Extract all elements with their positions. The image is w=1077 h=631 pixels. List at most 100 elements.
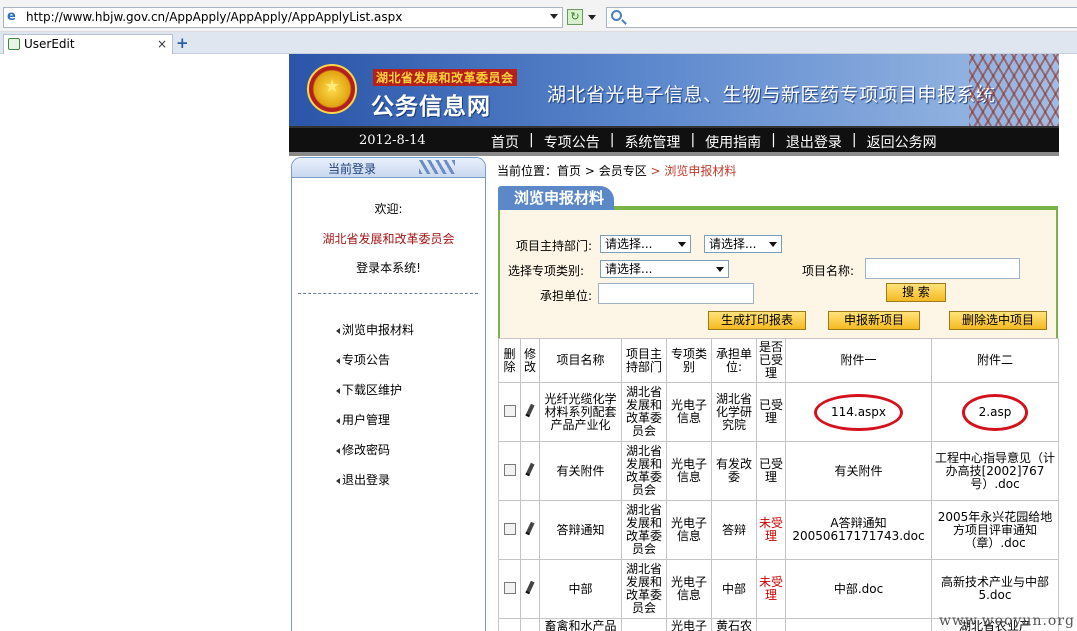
refresh-icon[interactable]: ↻ bbox=[567, 9, 583, 25]
delete-selected-button[interactable]: 删除选中项目 bbox=[949, 311, 1047, 330]
project-dept: 湖北省发展和改革委员会 bbox=[621, 500, 667, 560]
arrow-left-icon bbox=[336, 417, 340, 424]
nav-guide[interactable]: 使用指南 bbox=[705, 132, 761, 152]
refresh-dropdown-icon[interactable] bbox=[588, 15, 596, 20]
menu-item-label: 浏览申报材料 bbox=[342, 323, 415, 337]
menu-item-browse[interactable]: 浏览申报材料 bbox=[336, 321, 414, 351]
table-row: 中部 湖北省发展和改革委员会 光电子信息 中部 未受理 中部.doc 高新技术产… bbox=[498, 559, 1059, 619]
breadcrumb: 当前位置：首页 > 会员专区 > 浏览申报材料 bbox=[497, 162, 736, 179]
attachment1-link[interactable]: 114.aspx bbox=[813, 393, 904, 431]
delete-cell bbox=[498, 500, 521, 560]
type-select[interactable]: 请选择... bbox=[600, 260, 729, 278]
attachment1-link[interactable]: 有关附件 bbox=[785, 441, 932, 501]
menu-item-announcements[interactable]: 专项公告 bbox=[336, 351, 414, 381]
new-project-button[interactable]: 申报新项目 bbox=[828, 311, 920, 330]
breadcrumb-prefix: 当前位置： bbox=[497, 164, 558, 178]
pencil-icon[interactable] bbox=[525, 580, 535, 595]
nav-logout[interactable]: 退出登录 bbox=[786, 132, 842, 152]
address-bar[interactable]: e http://www.hbjw.gov.cn/AppApply/AppApp… bbox=[3, 7, 563, 28]
delete-cell bbox=[498, 382, 521, 442]
browser-toolbar: e http://www.hbjw.gov.cn/AppApply/AppApp… bbox=[0, 0, 1077, 32]
edit-cell bbox=[520, 559, 540, 619]
delete-checkbox[interactable] bbox=[503, 581, 516, 594]
breadcrumb-member[interactable]: 会员专区 bbox=[599, 164, 647, 178]
nav-items: 首页 | 专项公告 | 系统管理 | 使用指南 | 退出登录 | 返回公务网 bbox=[491, 132, 937, 152]
national-emblem-icon bbox=[307, 64, 357, 114]
new-tab-icon[interactable]: + bbox=[176, 34, 189, 52]
table-row: 答辩通知 湖北省发展和改革委员会 光电子信息 答辩 未受理 A答辩通知20050… bbox=[498, 500, 1059, 560]
project-name[interactable]: 有关附件 bbox=[539, 441, 622, 501]
user-org-name: 湖北省发展和改革委员会 bbox=[322, 232, 455, 246]
edit-cell bbox=[520, 618, 540, 631]
nav-separator: | bbox=[771, 132, 776, 148]
type-select-value: 请选择... bbox=[605, 262, 653, 276]
search-button[interactable]: 搜 索 bbox=[886, 283, 946, 302]
col-header: 是否已受理 bbox=[756, 338, 786, 383]
watermark: www.wooyun.org bbox=[938, 613, 1075, 629]
delete-checkbox[interactable] bbox=[503, 463, 516, 476]
login-panel: 当前登录 欢迎: 湖北省发展和改革委员会 登录本系统! 浏览申报材料 专项公告 … bbox=[291, 157, 486, 631]
pencil-icon[interactable] bbox=[525, 403, 535, 418]
type-label: 选择专项类别: bbox=[508, 264, 585, 278]
breadcrumb-sep: > bbox=[581, 164, 599, 178]
menu-item-label: 用户管理 bbox=[342, 413, 391, 427]
attachment2-cell: 2.asp bbox=[931, 382, 1059, 442]
tab-useredit[interactable]: UserEdit × bbox=[3, 34, 173, 54]
browser-search-box[interactable] bbox=[606, 7, 1077, 28]
attachment1-link[interactable]: A答辩通知20050617171743.doc bbox=[785, 500, 932, 560]
nav-separator: | bbox=[851, 132, 857, 148]
menu-item-label: 退出登录 bbox=[342, 473, 391, 487]
close-icon[interactable]: × bbox=[157, 35, 167, 53]
attachment2-link[interactable]: 工程中心指导意见（计办高技[2002]767号）.doc bbox=[931, 441, 1059, 501]
nav-return-portal[interactable]: 返回公务网 bbox=[867, 132, 937, 152]
project-name[interactable]: 答辩通知 bbox=[539, 500, 622, 560]
project-table: 删除 修改 项目名称 项目主持部门 专项类别 承担单位: 是否已受理 附件一 附… bbox=[498, 338, 1059, 631]
menu-item-label: 修改密码 bbox=[342, 443, 391, 457]
site-header: 湖北省发展和改革委员会 公务信息网 湖北省光电子信息、生物与新医药专项项目申报系… bbox=[289, 54, 1059, 126]
menu-item-password[interactable]: 修改密码 bbox=[336, 441, 414, 471]
search-panel: 项目主持部门: 请选择... 请选择... 选择专项类别: 请选择... 项目名… bbox=[498, 210, 1058, 338]
dept2-select-value: 请选择... bbox=[709, 237, 757, 251]
delete-checkbox[interactable] bbox=[503, 522, 516, 535]
delete-checkbox[interactable] bbox=[503, 404, 516, 417]
dept-select[interactable]: 请选择... bbox=[600, 235, 691, 253]
attachment1-link[interactable]: 中部.doc bbox=[785, 559, 932, 619]
arrow-left-icon bbox=[336, 447, 340, 454]
project-name-input[interactable] bbox=[865, 258, 1020, 279]
nav-date: 2012-8-14 bbox=[359, 133, 426, 148]
table-header: 删除 修改 项目名称 项目主持部门 专项类别 承担单位: 是否已受理 附件一 附… bbox=[498, 338, 1059, 383]
attachment2-link[interactable]: 2.asp bbox=[961, 393, 1029, 431]
print-report-button[interactable]: 生成打印报表 bbox=[708, 311, 806, 330]
dept-label: 项目主持部门: bbox=[516, 239, 593, 253]
project-dept: 湖北省发展和改革委员会 bbox=[621, 382, 667, 442]
breadcrumb-home[interactable]: 首页 bbox=[557, 164, 581, 178]
nav-underline bbox=[289, 152, 1059, 156]
attachment1-link[interactable] bbox=[785, 618, 932, 631]
menu-item-downloads[interactable]: 下载区维护 bbox=[336, 381, 414, 411]
project-dept: 湖北省发展和改革委员会 bbox=[621, 559, 667, 619]
unit-input[interactable] bbox=[598, 283, 754, 304]
address-dropdown-icon[interactable] bbox=[550, 14, 558, 19]
attachment2-link[interactable]: 2005年永兴花园给地方项目评审通知（章）.doc bbox=[931, 500, 1059, 560]
menu-item-users[interactable]: 用户管理 bbox=[336, 411, 414, 441]
dept2-select[interactable]: 请选择... bbox=[704, 235, 782, 253]
nav-home[interactable]: 首页 bbox=[491, 132, 519, 152]
project-name[interactable]: 畜禽和水产品 bbox=[539, 618, 622, 631]
nav-system-admin[interactable]: 系统管理 bbox=[624, 132, 680, 152]
pencil-icon[interactable] bbox=[525, 521, 535, 536]
col-header: 删除 bbox=[498, 338, 521, 383]
side-menu: 浏览申报材料 专项公告 下载区维护 用户管理 修改密码 退出登录 bbox=[336, 321, 414, 501]
project-unit: 中部 bbox=[711, 559, 757, 619]
project-name[interactable]: 光纤光缆化学材料系列配套产品产业化 bbox=[539, 382, 622, 442]
nav-announcements[interactable]: 专项公告 bbox=[544, 132, 600, 152]
dept-select-value: 请选择... bbox=[605, 237, 653, 251]
attachment2-link[interactable]: 高新技术产业与中部5.doc bbox=[931, 559, 1059, 619]
welcome-text: 欢迎: bbox=[374, 202, 403, 216]
menu-item-logout[interactable]: 退出登录 bbox=[336, 471, 414, 501]
project-name[interactable]: 中部 bbox=[539, 559, 622, 619]
header-system-title: 湖北省光电子信息、生物与新医药专项项目申报系统 bbox=[547, 84, 996, 106]
section-header: 浏览申报材料 bbox=[498, 186, 1058, 210]
main-nav: 2012-8-14 首页 | 专项公告 | 系统管理 | 使用指南 | 退出登录… bbox=[289, 126, 1059, 152]
pencil-icon[interactable] bbox=[525, 462, 535, 477]
col-header: 承担单位: bbox=[711, 338, 757, 383]
